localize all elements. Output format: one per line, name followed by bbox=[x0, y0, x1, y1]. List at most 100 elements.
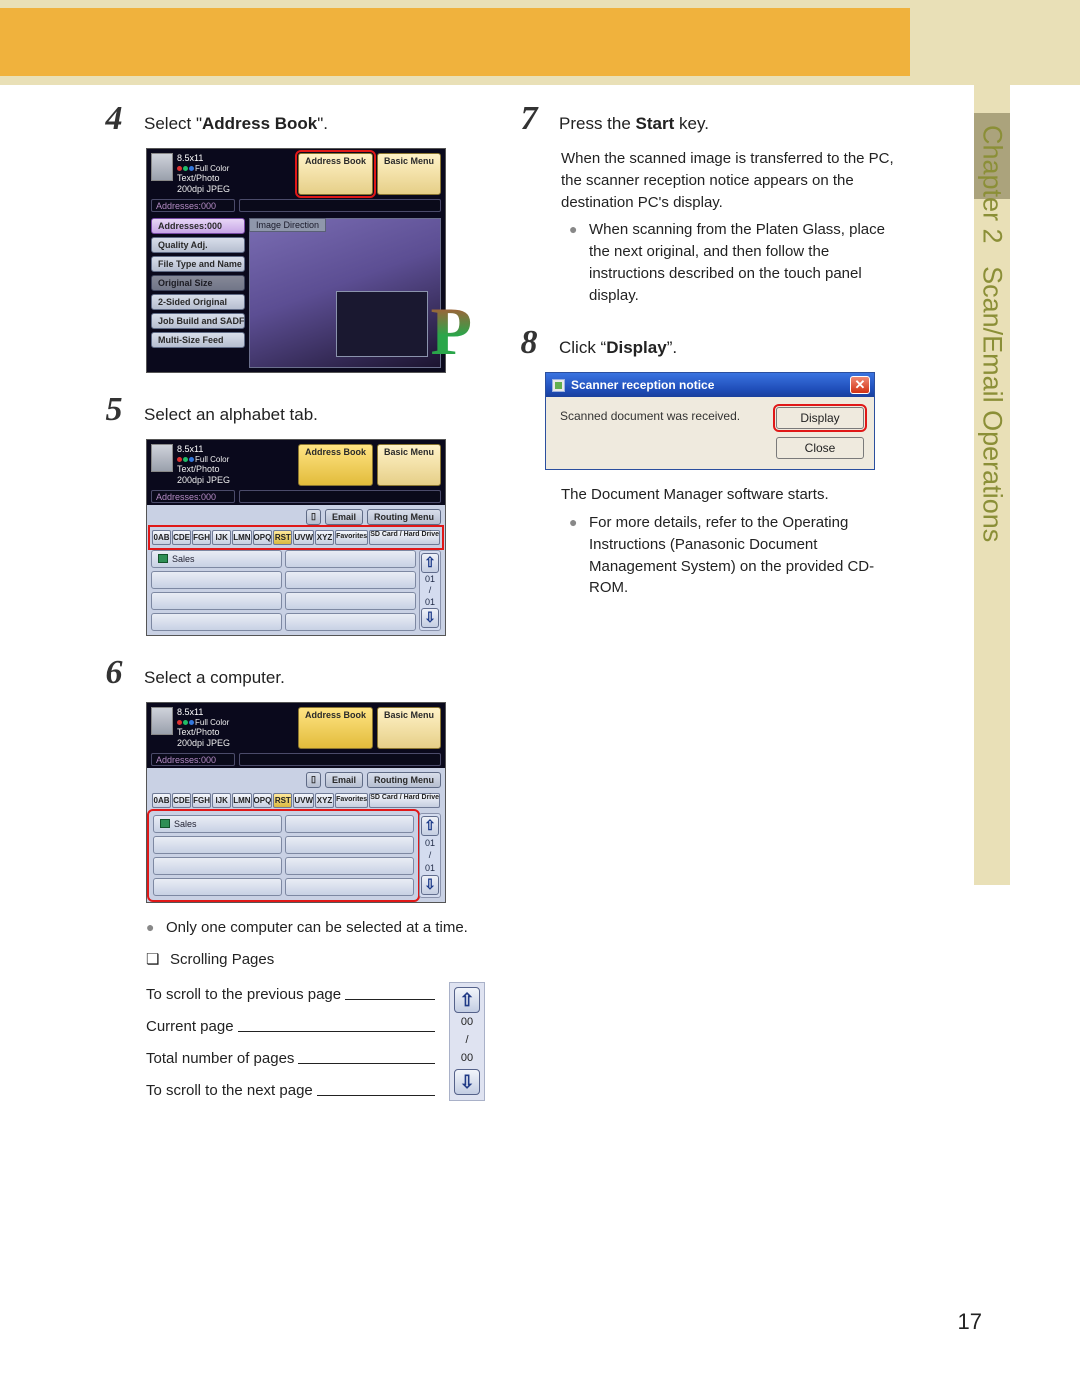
screenshot-select-computer: 8.5x11 Full Color Text/Photo 200dpi JPEG… bbox=[146, 702, 485, 903]
diag-sep: / bbox=[465, 1033, 468, 1049]
list-item[interactable] bbox=[153, 836, 282, 854]
multi-size-button[interactable]: Multi-Size Feed bbox=[151, 332, 245, 348]
step-number: 8 bbox=[515, 324, 543, 362]
scroll-down-button[interactable]: ⇩ bbox=[421, 875, 439, 895]
original-size-button[interactable]: Original Size bbox=[151, 275, 245, 291]
note-text: Scrolling Pages bbox=[170, 949, 274, 971]
step-number: 7 bbox=[515, 100, 543, 138]
diag-label: To scroll to the previous page bbox=[146, 984, 341, 1006]
scroll-up-button[interactable]: ⇧ bbox=[421, 553, 439, 573]
address-book-button[interactable]: Address Book bbox=[298, 153, 373, 195]
image-preview: Image Direction P bbox=[249, 218, 441, 368]
alpha-tab[interactable]: XYZ bbox=[315, 530, 334, 545]
list-item[interactable] bbox=[285, 857, 414, 875]
alpha-tab-selected[interactable]: RST bbox=[273, 530, 292, 545]
page-sep: / bbox=[429, 585, 432, 595]
list-item[interactable] bbox=[285, 878, 414, 896]
step-7: 7 Press the Start key. When the scanned … bbox=[515, 100, 900, 306]
scroll-up-icon: ⇧ bbox=[454, 987, 480, 1013]
step-8: 8 Click “Display”. Scanner reception not… bbox=[515, 324, 900, 599]
two-sided-button[interactable]: 2-Sided Original bbox=[151, 294, 245, 310]
alpha-tabs: 0AB CDE FGH IJK LMN OPQ RST UVW XYZ Favo… bbox=[151, 791, 441, 810]
chapter-number: Chapter 2 bbox=[978, 125, 1008, 244]
diag-label: Total number of pages bbox=[146, 1048, 294, 1070]
alpha-tab[interactable]: IJK bbox=[212, 793, 231, 808]
step-6: 6 Select a computer. 8.5x11 Full Color T… bbox=[100, 654, 485, 1101]
alpha-tab[interactable]: 0AB bbox=[152, 530, 171, 545]
list-item[interactable] bbox=[285, 836, 414, 854]
address-book-button[interactable]: Address Book bbox=[298, 444, 373, 486]
scroll-up-button[interactable]: ⇧ bbox=[421, 816, 439, 836]
step-5: 5 Select an alphabet tab. 8.5x11 Full Co… bbox=[100, 391, 485, 636]
close-icon[interactable]: ✕ bbox=[850, 376, 870, 394]
list-item[interactable]: Sales bbox=[151, 550, 282, 568]
address-book-button[interactable]: Address Book bbox=[298, 707, 373, 749]
page-current: 01 bbox=[425, 574, 435, 584]
alpha-tab[interactable]: LMN bbox=[232, 793, 251, 808]
list-item[interactable] bbox=[153, 857, 282, 875]
alpha-tab[interactable]: XYZ bbox=[315, 793, 334, 808]
diag-current: 00 bbox=[461, 1015, 473, 1031]
dialog-titlebar: Scanner reception notice ✕ bbox=[546, 373, 874, 397]
alpha-tab[interactable]: OPQ bbox=[253, 793, 273, 808]
basic-menu-button[interactable]: Basic Menu bbox=[377, 153, 441, 195]
dialog-app-icon bbox=[552, 379, 565, 392]
side-buttons: Addresses:000 Quality Adj. File Type and… bbox=[147, 214, 249, 372]
alpha-tabs: 0AB CDE FGH IJK LMN OPQ RST UVW XYZ Favo… bbox=[151, 528, 441, 547]
alpha-tab[interactable]: CDE bbox=[172, 793, 191, 808]
list-item[interactable] bbox=[151, 613, 282, 631]
alpha-tab-selected[interactable]: RST bbox=[273, 793, 292, 808]
alpha-tab[interactable]: 0AB bbox=[152, 793, 171, 808]
note-text: Only one computer can be selected at a t… bbox=[166, 917, 468, 939]
bullet-icon: ● bbox=[569, 512, 581, 599]
doc-thumb-icon bbox=[151, 444, 173, 472]
diag-label: Current page bbox=[146, 1016, 234, 1038]
diag-label: To scroll to the next page bbox=[146, 1080, 313, 1102]
list-item[interactable] bbox=[285, 592, 416, 610]
display-button[interactable]: Display bbox=[776, 407, 864, 429]
scan-settings: 8.5x11 Full Color Text/Photo 200dpi JPEG bbox=[177, 444, 230, 486]
alpha-tab[interactable]: OPQ bbox=[253, 530, 273, 545]
basic-menu-button[interactable]: Basic Menu bbox=[377, 707, 441, 749]
quality-adj-button[interactable]: Quality Adj. bbox=[151, 237, 245, 253]
list-item[interactable] bbox=[285, 815, 414, 833]
scroll-down-button[interactable]: ⇩ bbox=[421, 608, 439, 628]
list-item[interactable] bbox=[153, 878, 282, 896]
list-item[interactable]: Sales bbox=[153, 815, 282, 833]
sdcard-tab[interactable]: SD Card / Hard Drive bbox=[369, 793, 440, 808]
alpha-tab[interactable]: IJK bbox=[212, 530, 231, 545]
page-number: 17 bbox=[958, 1309, 982, 1335]
chapter-tab: Chapter 2 Scan/Email Operations bbox=[974, 85, 1010, 885]
favorites-tab[interactable]: Favorites bbox=[335, 530, 368, 545]
list-item[interactable] bbox=[151, 592, 282, 610]
job-build-button[interactable]: Job Build and SADF bbox=[151, 313, 245, 329]
basic-menu-button[interactable]: Basic Menu bbox=[377, 444, 441, 486]
diag-total: 00 bbox=[461, 1051, 473, 1067]
email-tab[interactable]: Email bbox=[325, 509, 363, 525]
list-item[interactable] bbox=[285, 613, 416, 631]
alpha-tab[interactable]: UVW bbox=[293, 530, 314, 545]
scrolling-pages-diagram: To scroll to the previous page Current p… bbox=[146, 982, 485, 1101]
bullet-icon: ● bbox=[569, 219, 581, 306]
pc-icon bbox=[160, 819, 170, 828]
list-item[interactable] bbox=[285, 571, 416, 589]
step-number: 4 bbox=[100, 100, 128, 138]
sdcard-tab[interactable]: SD Card / Hard Drive bbox=[369, 530, 440, 545]
list-item[interactable] bbox=[151, 571, 282, 589]
email-tab[interactable]: Email bbox=[325, 772, 363, 788]
routing-menu-tab[interactable]: Routing Menu bbox=[367, 509, 441, 525]
file-type-button[interactable]: File Type and Name bbox=[151, 256, 245, 272]
page-content: 4 Select "Address Book". 8.5x11 Full Col… bbox=[100, 100, 900, 1119]
close-button[interactable]: Close bbox=[776, 437, 864, 459]
alpha-tab[interactable]: LMN bbox=[232, 530, 251, 545]
alpha-tab[interactable]: CDE bbox=[172, 530, 191, 545]
alpha-tab[interactable]: FGH bbox=[192, 793, 211, 808]
address-field bbox=[239, 199, 441, 212]
routing-menu-tab[interactable]: Routing Menu bbox=[367, 772, 441, 788]
favorites-tab[interactable]: Favorites bbox=[335, 793, 368, 808]
scroll-down-icon: ⇩ bbox=[454, 1069, 480, 1095]
list-item[interactable] bbox=[285, 550, 416, 568]
alpha-tab[interactable]: UVW bbox=[293, 793, 314, 808]
addresses-button[interactable]: Addresses:000 bbox=[151, 218, 245, 234]
alpha-tab[interactable]: FGH bbox=[192, 530, 211, 545]
